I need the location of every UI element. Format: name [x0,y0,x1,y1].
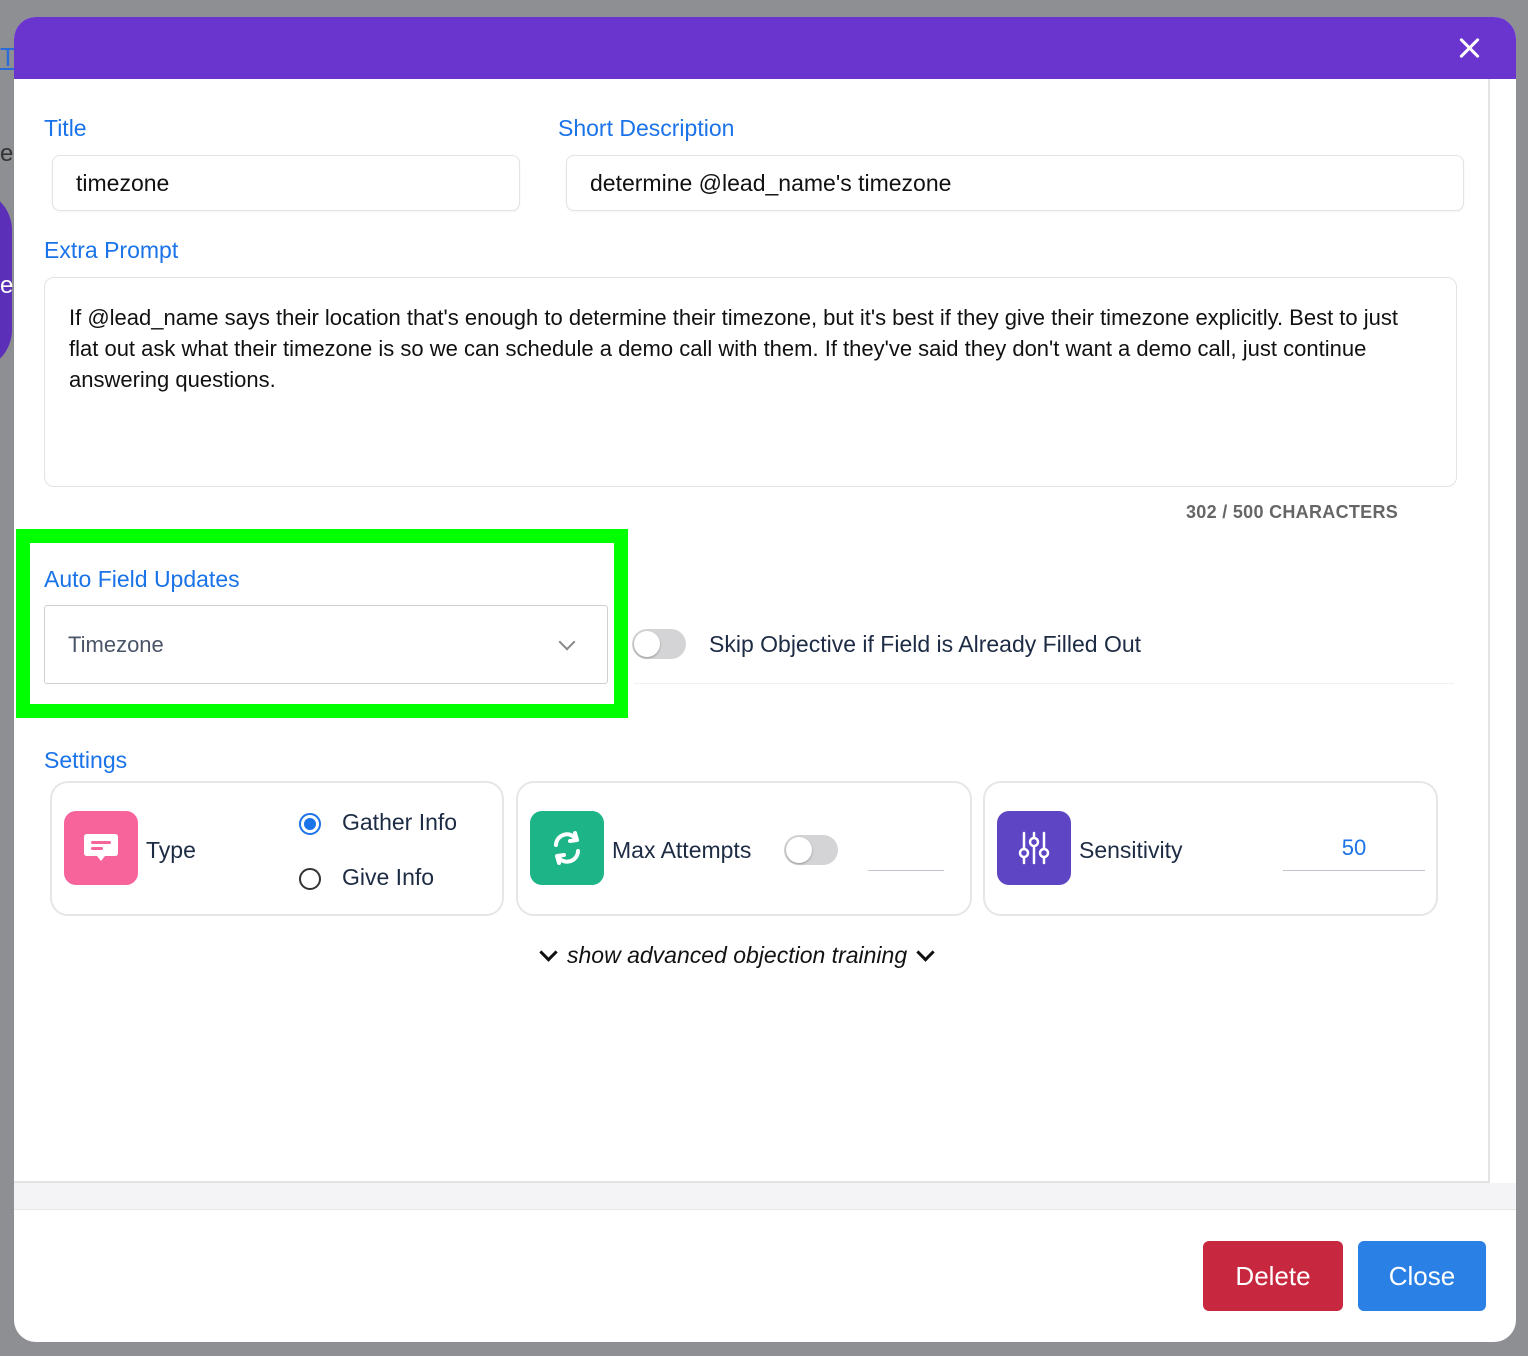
settings-label: Settings [44,747,128,773]
skip-objective-toggle[interactable] [632,629,686,659]
title-input[interactable]: timezone [52,155,520,211]
extra-prompt-textarea[interactable]: If @lead_name says their location that's… [44,277,1457,487]
modal-footer-divider [14,1183,1516,1210]
show-advanced-label: show advanced objection training [567,942,908,968]
auto-field-select[interactable]: Timezone [44,605,608,684]
type-card: Type Gather Info Give Info [50,781,504,916]
refresh-icon [530,811,604,885]
close-button[interactable]: Close [1358,1241,1486,1311]
title-label: Title [44,115,87,141]
radio-gather-info[interactable] [299,813,321,835]
max-attempts-card: Max Attempts [516,781,972,916]
show-advanced-toggle[interactable]: show advanced objection training [539,942,935,969]
radio-give-info-label[interactable]: Give Info [342,864,434,891]
background-text-fragment: e [0,272,14,299]
short-description-label: Short Description [558,115,735,141]
max-attempts-toggle[interactable] [784,835,838,865]
max-attempts-label: Max Attempts [612,837,752,863]
objective-modal: Title timezone Short Description determi… [14,17,1516,1342]
modal-header [14,17,1516,79]
toggle-knob [786,837,812,863]
chevron-down-icon [916,943,935,962]
type-label: Type [146,837,196,863]
extra-prompt-label: Extra Prompt [44,237,179,263]
auto-field-selected-value: Timezone [68,631,164,657]
radio-gather-info-label[interactable]: Gather Info [342,809,457,836]
short-description-input[interactable]: determine @lead_name's timezone [566,155,1464,211]
sensitivity-label: Sensitivity [1079,837,1183,863]
delete-button[interactable]: Delete [1203,1241,1343,1311]
chevron-down-icon [539,943,558,962]
character-count: 302 / 500 CHARACTERS [1186,502,1399,522]
auto-field-updates-label: Auto Field Updates [44,566,240,592]
radio-give-info[interactable] [299,868,321,890]
sliders-icon [997,811,1071,885]
skip-objective-label: Skip Objective if Field is Already Fille… [709,631,1142,657]
chat-message-icon [64,811,138,885]
sensitivity-input[interactable]: 50 [1283,835,1425,871]
sensitivity-card: Sensitivity 50 [983,781,1438,916]
toggle-knob [634,631,660,657]
chevron-down-icon [558,633,576,651]
close-icon[interactable] [1456,35,1482,61]
divider [634,683,1454,684]
max-attempts-input[interactable] [868,833,944,871]
